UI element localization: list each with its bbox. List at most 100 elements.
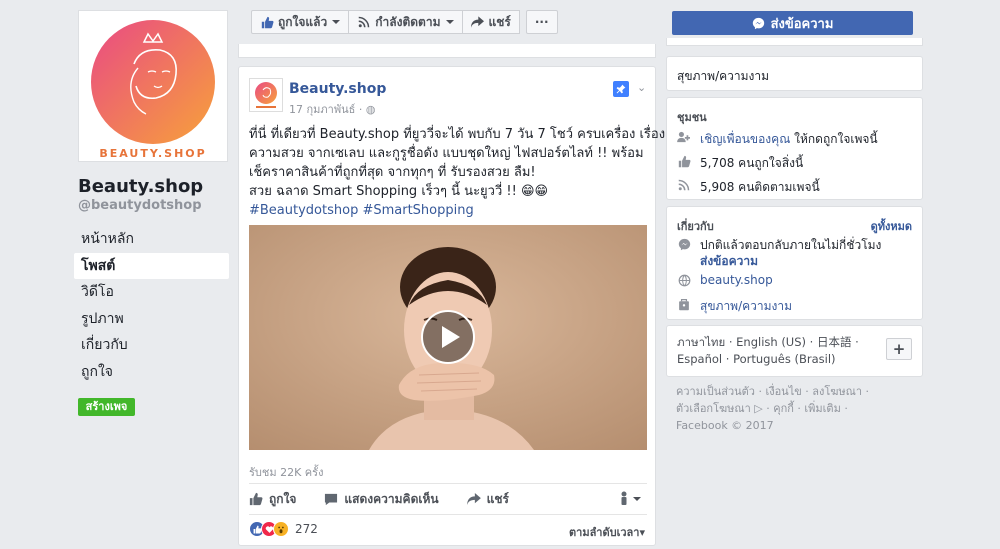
footer-line[interactable]: ตัวเลือกโฆษณา ▷ · คุกกี้ · เพิ่มเติม ·	[676, 400, 911, 417]
post-date-text: 17 กุมภาพันธ์ ·	[289, 103, 366, 116]
rss-icon	[677, 178, 691, 192]
like-label: ถูกใจ	[269, 491, 297, 506]
invite-friends-link[interactable]: เชิญเพื่อนของคุณ	[700, 132, 790, 146]
logo-wordmark: BEAUTY.SHOP	[99, 147, 206, 158]
post-text-line: ความสวย จากเซเลบ และกูรูชื่อดัง แบบชุดให…	[249, 146, 644, 161]
comment-label: แสดงความคิดเห็น	[344, 491, 439, 506]
about-title: เกี่ยวกับ	[677, 220, 714, 233]
pin-icon[interactable]	[613, 81, 629, 97]
play-button[interactable]	[421, 310, 475, 364]
globe-icon: ◍	[365, 103, 376, 116]
page-handle[interactable]: @beautydotshop	[78, 198, 202, 213]
thumbs-up-icon	[249, 492, 263, 506]
like-button[interactable]: ถูกใจ	[249, 490, 296, 509]
footer-line[interactable]: ความเป็นส่วนตัว · เงื่อนไข · ลงโฆษณา ·	[676, 383, 911, 400]
language-links: ภาษาไทย · English (US) · 日本語 · Español ·…	[677, 334, 877, 368]
sort-label: ตามลำดับเวลา	[569, 526, 640, 539]
community-title: ชุมชน	[677, 111, 707, 124]
messenger-icon	[677, 237, 691, 251]
nav-item-videos[interactable]: วิดีโอ	[74, 279, 229, 306]
share-arrow-icon	[466, 493, 481, 505]
see-all-link[interactable]: ดูทั้งหมด	[871, 217, 912, 235]
comment-button[interactable]: แสดงความคิดเห็น	[324, 490, 439, 509]
page-action-bar: ถูกใจแล้ว กำลังติดตาม แชร์ ···	[251, 10, 558, 34]
share-page-button[interactable]: แชร์	[461, 10, 520, 34]
nav-item-about[interactable]: เกี่ยวกับ	[74, 332, 229, 359]
liked-button[interactable]: ถูกใจแล้ว	[251, 10, 350, 34]
nav-item-posts[interactable]: โพสต์	[74, 252, 229, 279]
audience-picker[interactable]	[620, 491, 641, 508]
share-arrow-icon	[471, 15, 485, 29]
nav-item-home[interactable]: หน้าหลัก	[74, 226, 229, 253]
composer-stub	[238, 44, 656, 58]
comment-sort-dropdown[interactable]: ตามลำดับเวลา▾	[569, 523, 645, 541]
about-card: เกี่ยวกับ ดูทั้งหมด ปกติแล้วตอบกลับภายใน…	[666, 206, 923, 320]
nav-item-photos[interactable]: รูปภาพ	[74, 306, 229, 333]
language-line[interactable]: ภาษาไทย · English (US) · 日本語 ·	[677, 334, 877, 351]
post-date[interactable]: 17 กุมภาพันธ์ · ◍	[289, 100, 375, 118]
footer-copyright: Facebook © 2017	[676, 419, 774, 432]
language-card: ภาษาไทย · English (US) · 日本語 · Español ·…	[666, 325, 923, 377]
beauty-shop-logo: BEAUTY.SHOP	[91, 20, 215, 158]
send-message-label: ส่งข้อความ	[770, 16, 834, 32]
post-text: ที่นี่ ที่เดียวที่ Beauty.shop ที่ยูววี่…	[249, 125, 666, 220]
response-time-text: ปกติแล้วตอบกลับภายในไม่กี่ชั่วโมง	[700, 238, 882, 252]
page-profile-picture[interactable]: BEAUTY.SHOP	[78, 10, 228, 162]
post-text-line: สวย ฉลาด Smart Shopping เร็วๆ นี้ นะยูวว…	[249, 184, 549, 199]
chevron-down-icon: ▾	[639, 526, 645, 539]
post-text-line: เช็คราคาสินค้าที่ถูกที่สุด จากทุกๆ ที่ ร…	[249, 165, 536, 180]
following-button[interactable]: กำลังติดตาม	[348, 10, 463, 34]
share-button[interactable]: แชร์	[466, 490, 509, 509]
chevron-down-icon	[633, 497, 641, 501]
response-row: ปกติแล้วตอบกลับภายในไม่กี่ชั่วโมง ส่งข้อ…	[677, 237, 881, 269]
follows-row: 5,908 คนติดตามเพจนี้	[677, 178, 820, 197]
post-menu-chevron-icon[interactable]: ⌄	[637, 81, 646, 94]
rss-icon	[357, 15, 371, 29]
create-page-button[interactable]: สร้างเพจ	[78, 398, 135, 416]
add-language-button[interactable]: +	[886, 338, 912, 360]
post-text-line: ที่นี่ ที่เดียวที่ Beauty.shop ที่ยูววี่…	[249, 127, 666, 142]
website-row: beauty.shop	[677, 273, 773, 287]
nav-item-likes[interactable]: ถูกใจ	[74, 359, 229, 386]
thumbs-up-icon	[677, 154, 691, 168]
wow-reaction-icon	[273, 521, 289, 537]
post-author-name[interactable]: Beauty.shop	[289, 81, 386, 97]
right-card-stub	[666, 38, 923, 46]
more-button[interactable]: ···	[525, 10, 558, 34]
likes-count[interactable]: 5,708 คนถูกใจสิ่งนี้	[700, 154, 803, 173]
page-category[interactable]: สุขภาพ/ความงาม	[677, 69, 769, 83]
view-count: รับชม 22K ครั้ง	[249, 466, 324, 479]
invite-friends-text: ให้กดถูกใจเพจนี้	[790, 132, 878, 146]
category-link[interactable]: สุขภาพ/ความงาม	[700, 297, 792, 316]
person-icon	[620, 491, 628, 508]
website-link[interactable]: beauty.shop	[700, 273, 773, 287]
post-card: Beauty.shop 17 กุมภาพันธ์ · ◍ ⌄ ที่นี่ ท…	[238, 66, 666, 546]
likes-row: 5,708 คนถูกใจสิ่งนี้	[677, 154, 803, 173]
footer-links: ความเป็นส่วนตัว · เงื่อนไข · ลงโฆษณา · ต…	[676, 383, 911, 434]
chevron-down-icon	[445, 20, 454, 24]
invite-friends-row: เชิญเพื่อนของคุณ ให้กดถูกใจเพจนี้	[677, 130, 878, 149]
messenger-icon	[752, 17, 765, 30]
post-video[interactable]	[249, 225, 647, 450]
language-line[interactable]: Español · Português (Brasil)	[677, 351, 877, 368]
follows-count[interactable]: 5,908 คนติดตามเพจนี้	[700, 178, 820, 197]
following-label: กำลังติดตาม	[375, 14, 441, 29]
category-row: สุขภาพ/ความงาม	[677, 297, 792, 316]
invite-friends-icon	[677, 130, 691, 144]
reaction-summary[interactable]: 272	[249, 521, 318, 537]
chevron-down-icon	[332, 20, 341, 24]
tag-icon	[677, 297, 691, 311]
send-message-link[interactable]: ส่งข้อความ	[700, 253, 881, 269]
reaction-count: 272	[295, 522, 318, 536]
send-message-button[interactable]: ส่งข้อความ	[672, 11, 913, 35]
post-author-avatar[interactable]	[249, 78, 283, 112]
left-nav: หน้าหลัก โพสต์ วิดีโอ รูปภาพ เกี่ยวกับ ถ…	[74, 226, 229, 385]
community-card: ชุมชน เชิญเพื่อนของคุณ ให้กดถูกใจเพจนี้ …	[666, 97, 923, 200]
post-hashtags[interactable]: #Beautydotshop #SmartShopping	[249, 201, 649, 220]
play-icon	[442, 326, 460, 348]
globe-icon	[677, 273, 691, 287]
share-label: แชร์	[486, 491, 509, 506]
comment-icon	[324, 493, 338, 506]
category-card: สุขภาพ/ความงาม	[666, 56, 923, 91]
page-name[interactable]: Beauty.shop	[78, 176, 203, 197]
